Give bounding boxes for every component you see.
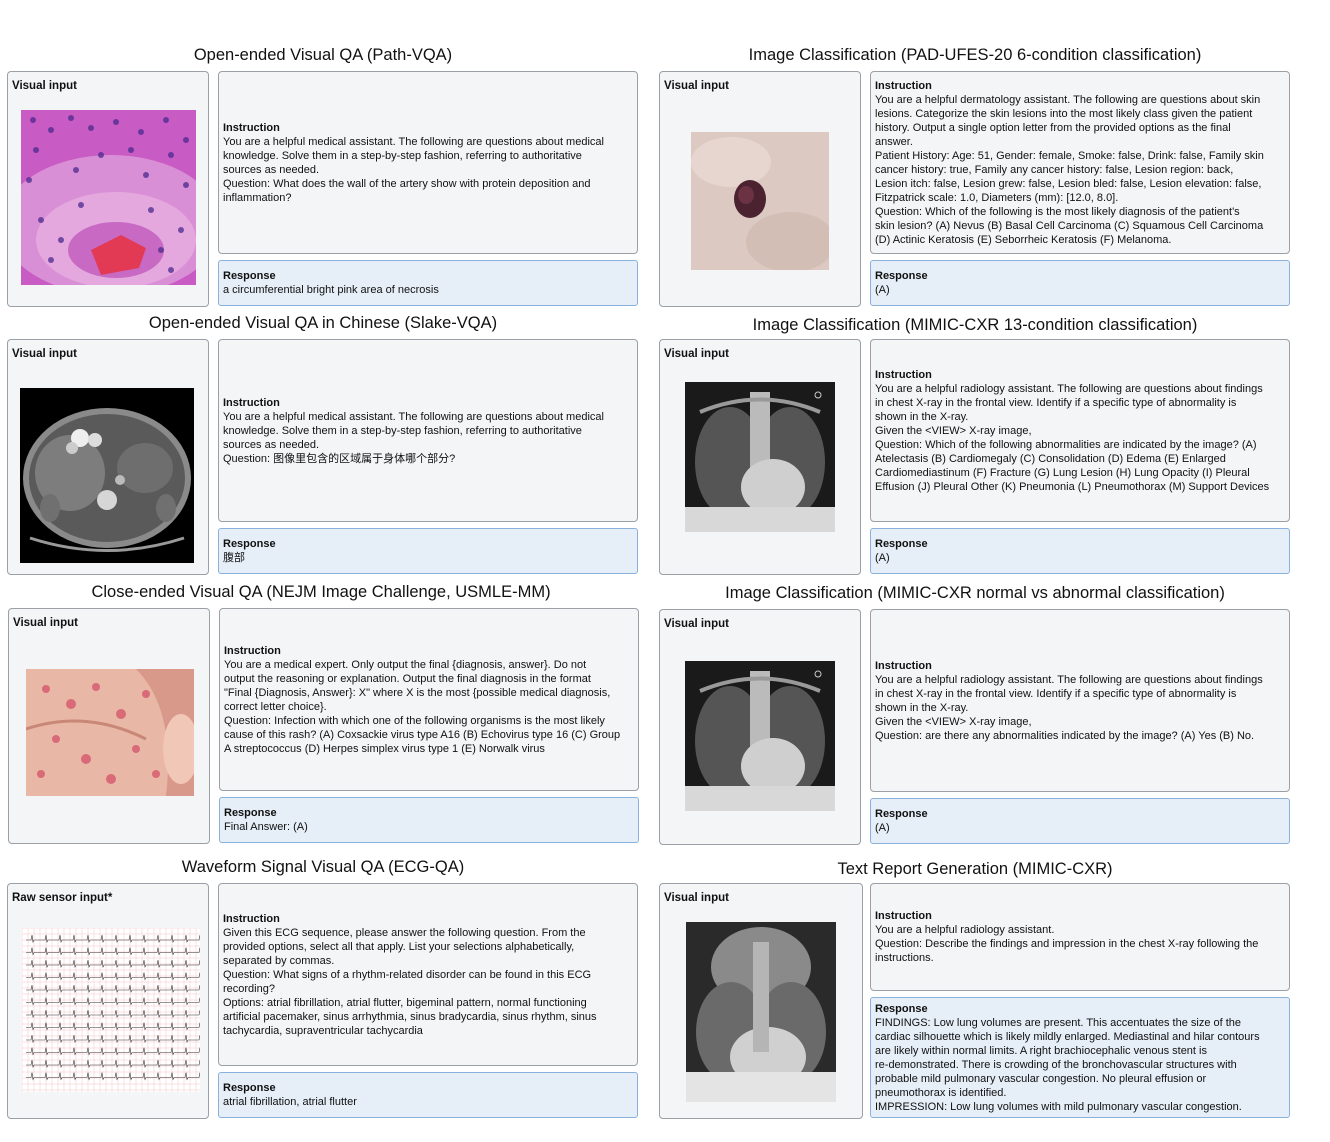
instruction-box: Instruction You are a medical expert. On…	[219, 608, 639, 791]
panel-title: Open-ended Visual QA (Path-VQA)	[193, 46, 453, 64]
panel-title: Open-ended Visual QA in Chinese (Slake-V…	[148, 314, 498, 332]
response-text: a circumferential bright pink area of ne…	[223, 284, 439, 296]
response-box: Response a circumferential bright pink a…	[218, 260, 638, 306]
response-header: Response	[223, 1082, 276, 1094]
rash-image	[26, 669, 194, 796]
instruction-header: Instruction	[223, 121, 280, 134]
response-header: Response	[875, 1002, 928, 1015]
instruction-text: You are a helpful radiology assistant. T…	[875, 673, 1263, 742]
instruction-header: Instruction	[875, 368, 932, 381]
response-text: (A)	[875, 284, 890, 296]
instruction-box: Instruction You are a helpful medical as…	[218, 71, 638, 254]
instruction-box: Instruction You are a helpful radiology …	[870, 609, 1290, 792]
visual-input-label: Visual input	[664, 348, 729, 360]
response-header: Response	[875, 538, 928, 550]
panel-title: Close-ended Visual QA (NEJM Image Challe…	[91, 583, 551, 601]
chest-xray-image	[685, 661, 835, 811]
response-box: Response (A)	[870, 528, 1290, 574]
instruction-header: Instruction	[223, 396, 280, 409]
response-header: Response	[223, 538, 276, 550]
response-text: (A)	[875, 552, 890, 564]
response-header: Response	[875, 270, 928, 282]
response-box: Response Final Answer: (A)	[219, 797, 639, 843]
response-box: Response 腹部	[218, 528, 638, 574]
instruction-header: Instruction	[875, 79, 932, 92]
panel-title: Waveform Signal Visual QA (ECG-QA)	[181, 858, 465, 876]
instruction-box: Instruction Given this ECG sequence, ple…	[218, 883, 638, 1066]
response-box: Response atrial fibrillation, atrial flu…	[218, 1072, 638, 1118]
response-text: atrial fibrillation, atrial flutter	[223, 1096, 357, 1108]
panel-title: Image Classification (MIMIC-CXR 13-condi…	[752, 316, 1198, 334]
visual-input-box: Visual input	[659, 609, 861, 845]
pathology-image	[21, 110, 196, 285]
visual-input-box: Visual input	[659, 71, 861, 307]
visual-input-label: Visual input	[664, 892, 729, 904]
visual-input-label: Raw sensor input*	[12, 892, 113, 904]
instruction-header: Instruction	[224, 644, 281, 657]
visual-input-label: Visual input	[664, 618, 729, 630]
ct-scan-image	[20, 388, 194, 563]
instruction-text: You are a helpful radiology assistant. Q…	[875, 924, 1259, 964]
response-box: Response (A)	[870, 260, 1290, 306]
response-text: 腹部	[223, 552, 245, 564]
instruction-text: You are a helpful medical assistant. The…	[223, 410, 604, 465]
visual-input-box: Raw sensor input*	[7, 883, 209, 1119]
visual-input-label: Visual input	[664, 80, 729, 92]
panel-title: Image Classification (PAD-UFES-20 6-cond…	[748, 46, 1202, 64]
instruction-text: Given this ECG sequence, please answer t…	[223, 926, 597, 1037]
instruction-box: Instruction You are a helpful dermatolog…	[870, 71, 1290, 254]
response-header: Response	[875, 808, 928, 820]
chest-xray-image	[685, 382, 835, 532]
visual-input-label: Visual input	[12, 80, 77, 92]
instruction-header: Instruction	[875, 910, 932, 922]
ecg-image	[22, 928, 200, 1092]
response-text: FINDINGS: Low lung volumes are present. …	[875, 1016, 1260, 1113]
instruction-box: Instruction You are a helpful medical as…	[218, 339, 638, 522]
response-box: Response (A)	[870, 798, 1290, 844]
visual-input-box: Visual input	[659, 883, 863, 1119]
response-header: Response	[223, 270, 276, 282]
panel-title: Text Report Generation (MIMIC-CXR)	[837, 860, 1113, 878]
response-text: Final Answer: (A)	[224, 821, 308, 833]
visual-input-label: Visual input	[12, 348, 77, 360]
visual-input-label: Visual input	[13, 617, 78, 629]
instruction-text: You are a medical expert. Only output th…	[224, 658, 621, 755]
skin-lesion-image	[691, 132, 829, 270]
instruction-text: You are a helpful dermatology assistant.…	[875, 93, 1264, 246]
instruction-text: You are a helpful radiology assistant. T…	[875, 382, 1270, 493]
visual-input-box: Visual input	[7, 71, 209, 307]
instruction-header: Instruction	[875, 659, 932, 672]
instruction-header: Instruction	[223, 912, 280, 925]
instruction-box: Instruction You are a helpful radiology …	[870, 339, 1290, 522]
visual-input-box: Visual input	[659, 339, 861, 575]
response-box: Response FINDINGS: Low lung volumes are …	[870, 997, 1290, 1118]
instruction-text: You are a helpful medical assistant. The…	[223, 135, 604, 204]
panel-title: Image Classification (MIMIC-CXR normal v…	[725, 584, 1225, 602]
response-header: Response	[224, 807, 277, 819]
response-text: (A)	[875, 822, 890, 834]
instruction-box: Instruction You are a helpful radiology …	[870, 883, 1290, 991]
visual-input-box: Visual input	[7, 339, 209, 575]
chest-xray-image	[686, 922, 836, 1102]
visual-input-box: Visual input	[8, 608, 210, 844]
